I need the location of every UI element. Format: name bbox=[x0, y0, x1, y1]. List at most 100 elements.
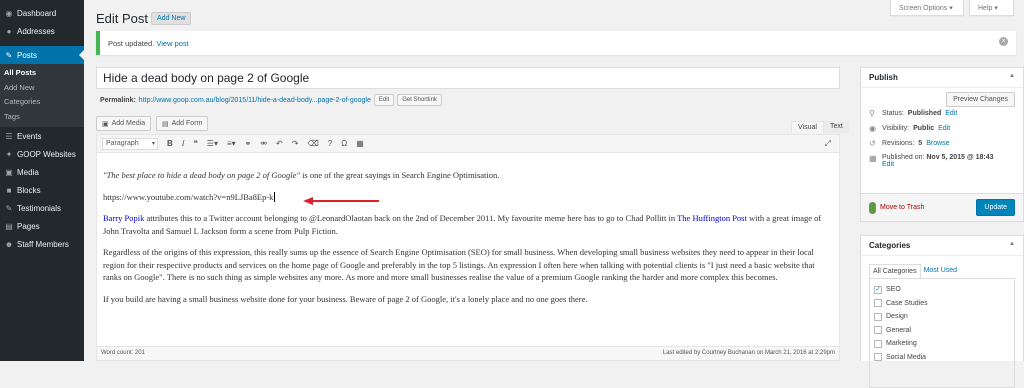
add-new-button[interactable]: Add New bbox=[151, 12, 192, 25]
special-char-icon[interactable]: Ω bbox=[341, 139, 347, 148]
revisions-count: 5 bbox=[918, 140, 923, 147]
word-count: Word count: 201 bbox=[101, 350, 145, 356]
sidebar-item-addresses[interactable]: ● Addresses bbox=[0, 22, 84, 40]
sidebar-item-dashboard[interactable]: ◉ Dashboard bbox=[0, 4, 84, 22]
move-to-trash[interactable]: Move to Trash bbox=[869, 201, 924, 214]
category-checklist: ✓ SEO Case Studies Design General Marketi… bbox=[869, 278, 1015, 388]
collapse-icon[interactable]: ▲ bbox=[1009, 241, 1015, 247]
media-icon: ▣ bbox=[5, 167, 13, 177]
edit-status-link[interactable]: Edit bbox=[945, 110, 957, 117]
traffic-light-icon bbox=[869, 201, 876, 214]
category-label: Case Studies bbox=[886, 299, 928, 307]
post-title-input[interactable]: Hide a dead body on page 2 of Google bbox=[96, 67, 840, 89]
view-post-link[interactable]: View post bbox=[156, 39, 188, 48]
form-icon: ▤ bbox=[162, 120, 169, 128]
sidebar-item-goop-websites[interactable]: ✦ GOOP Websites bbox=[0, 145, 84, 163]
category-checkbox[interactable] bbox=[874, 339, 882, 348]
update-button[interactable]: Update bbox=[976, 199, 1015, 216]
tab-most-used[interactable]: Most Used bbox=[921, 264, 960, 278]
published-row: ▦ Published on: Nov 5, 2015 @ 18:43 Edit bbox=[861, 151, 1023, 171]
permalink-url[interactable]: http://www.goop.com.au/blog/2015/11/hide… bbox=[139, 97, 371, 104]
preview-changes-button[interactable]: Preview Changes bbox=[946, 92, 1015, 107]
tab-visual[interactable]: Visual bbox=[791, 121, 824, 133]
format-select[interactable]: Paragraph bbox=[102, 137, 158, 150]
fullscreen-icon[interactable]: ⤢ bbox=[825, 139, 831, 149]
edit-date-link[interactable]: Edit bbox=[882, 161, 894, 168]
sidebar-item-label: Posts bbox=[17, 50, 38, 60]
category-checkbox[interactable] bbox=[874, 312, 882, 321]
help-button[interactable]: Help ▾ bbox=[969, 0, 1014, 16]
posts-submenu: All Posts Add New Categories Tags bbox=[0, 64, 84, 127]
edit-visibility-link[interactable]: Edit bbox=[938, 125, 950, 132]
dismiss-icon[interactable]: × bbox=[999, 37, 1008, 46]
help-icon[interactable]: ? bbox=[328, 139, 332, 148]
paragraph-3: Barry Popik attributes this to a Twitter… bbox=[103, 212, 833, 237]
categories-box-header[interactable]: Categories ▲ bbox=[861, 236, 1023, 256]
submenu-all-posts[interactable]: All Posts bbox=[0, 66, 84, 81]
sidebar-item-events[interactable]: ☰ Events bbox=[0, 127, 84, 145]
edit-permalink-button[interactable]: Edit bbox=[373, 94, 395, 106]
sidebar-item-blocks[interactable]: ■ Blocks bbox=[0, 181, 84, 199]
category-item[interactable]: Case Studies bbox=[874, 297, 1010, 311]
sidebar-item-pages[interactable]: ▤ Pages bbox=[0, 217, 84, 235]
status-row: ⚲ Status: Published Edit bbox=[861, 106, 1023, 121]
post-editor[interactable]: Paragraph B I ❝ ☰▾ ≡▾ ⚭ ⚮ ↶ ↷ ⌫ ? Ω ▦ ⤢ … bbox=[96, 134, 840, 361]
category-label: Marketing bbox=[886, 340, 917, 348]
category-checkbox[interactable] bbox=[874, 353, 882, 362]
blockquote-icon[interactable]: ❝ bbox=[193, 139, 197, 148]
italic-icon[interactable]: I bbox=[182, 139, 185, 148]
sidebar-item-media[interactable]: ▣ Media bbox=[0, 163, 84, 181]
category-item[interactable]: Marketing bbox=[874, 337, 1010, 351]
category-checkbox[interactable] bbox=[874, 326, 882, 335]
sidebar-item-staff-members[interactable]: ☻ Staff Members bbox=[0, 235, 84, 253]
sidebar-item-posts[interactable]: ✎ Posts bbox=[0, 46, 84, 64]
publish-box: Publish ▲ Preview Changes ⚲ Status: Publish… bbox=[860, 67, 1024, 222]
add-form-label: Add Form bbox=[171, 120, 203, 127]
paragraph-text: is one of the great sayings in Search En… bbox=[299, 170, 500, 180]
users-icon: ☻ bbox=[4, 239, 14, 249]
undo-icon[interactable]: ↶ bbox=[276, 139, 283, 148]
bullet-list-icon[interactable]: ☰▾ bbox=[207, 139, 218, 148]
add-media-button[interactable]: ▣ Add Media bbox=[96, 116, 152, 131]
pin-icon: ✎ bbox=[5, 50, 13, 60]
red-arrow-annotation bbox=[303, 197, 379, 205]
category-item[interactable]: ✓ SEO bbox=[874, 283, 1010, 297]
category-item[interactable]: Design bbox=[874, 310, 1010, 324]
eraser-icon[interactable]: ⌫ bbox=[307, 139, 318, 148]
category-item[interactable]: Social Media bbox=[874, 351, 1010, 365]
category-checkbox[interactable] bbox=[874, 299, 882, 308]
published-label: Published on: bbox=[882, 154, 925, 161]
numbered-list-icon[interactable]: ≡▾ bbox=[227, 139, 236, 148]
browse-revisions-link[interactable]: Browse bbox=[926, 140, 949, 147]
category-checkbox[interactable]: ✓ bbox=[874, 285, 882, 294]
table-icon[interactable]: ▦ bbox=[356, 139, 364, 148]
bold-icon[interactable]: B bbox=[167, 139, 173, 148]
editor-toolbar: Paragraph B I ❝ ☰▾ ≡▾ ⚭ ⚮ ↶ ↷ ⌫ ? Ω ▦ ⤢ bbox=[97, 135, 839, 153]
huffington-post-link[interactable]: The Huffington Post bbox=[677, 213, 747, 223]
screen-options-button[interactable]: Screen Options ▾ bbox=[890, 0, 964, 16]
submenu-add-new[interactable]: Add New bbox=[0, 81, 84, 96]
submenu-categories[interactable]: Categories bbox=[0, 95, 84, 110]
category-label: SEO bbox=[886, 286, 901, 294]
sidebar-item-label: Pages bbox=[17, 221, 40, 231]
link-icon[interactable]: ⚭ bbox=[245, 139, 252, 148]
youtube-url: https://www.youtube.com/watch?v=n9LJBa8E… bbox=[103, 191, 274, 202]
move-to-trash-link[interactable]: Move to Trash bbox=[880, 204, 924, 211]
submenu-tags[interactable]: Tags bbox=[0, 110, 84, 125]
sidebar-item-label: Addresses bbox=[17, 26, 55, 36]
editor-content[interactable]: "The best place to hide a dead body on p… bbox=[97, 153, 839, 305]
category-item[interactable]: General bbox=[874, 324, 1010, 338]
tab-all-categories[interactable]: All Categories bbox=[869, 264, 921, 278]
tab-text[interactable]: Text bbox=[824, 121, 849, 133]
get-shortlink-button[interactable]: Get Shortlink bbox=[397, 94, 442, 106]
redo-icon[interactable]: ↷ bbox=[292, 139, 299, 148]
publish-box-header[interactable]: Publish ▲ bbox=[861, 68, 1023, 88]
paragraph-1: "The best place to hide a dead body on p… bbox=[103, 169, 833, 182]
unlink-icon[interactable]: ⚮ bbox=[260, 139, 267, 148]
barry-popik-link[interactable]: Barry Popik bbox=[103, 213, 144, 223]
collapse-icon[interactable]: ▲ bbox=[1009, 73, 1015, 79]
add-form-button[interactable]: ▤ Add Form bbox=[156, 116, 209, 131]
quote-text: "The best place to hide a dead body on p… bbox=[103, 170, 300, 180]
page-title: Edit Post bbox=[96, 11, 149, 26]
sidebar-item-testimonials[interactable]: ✎ Testimonials bbox=[0, 199, 84, 217]
